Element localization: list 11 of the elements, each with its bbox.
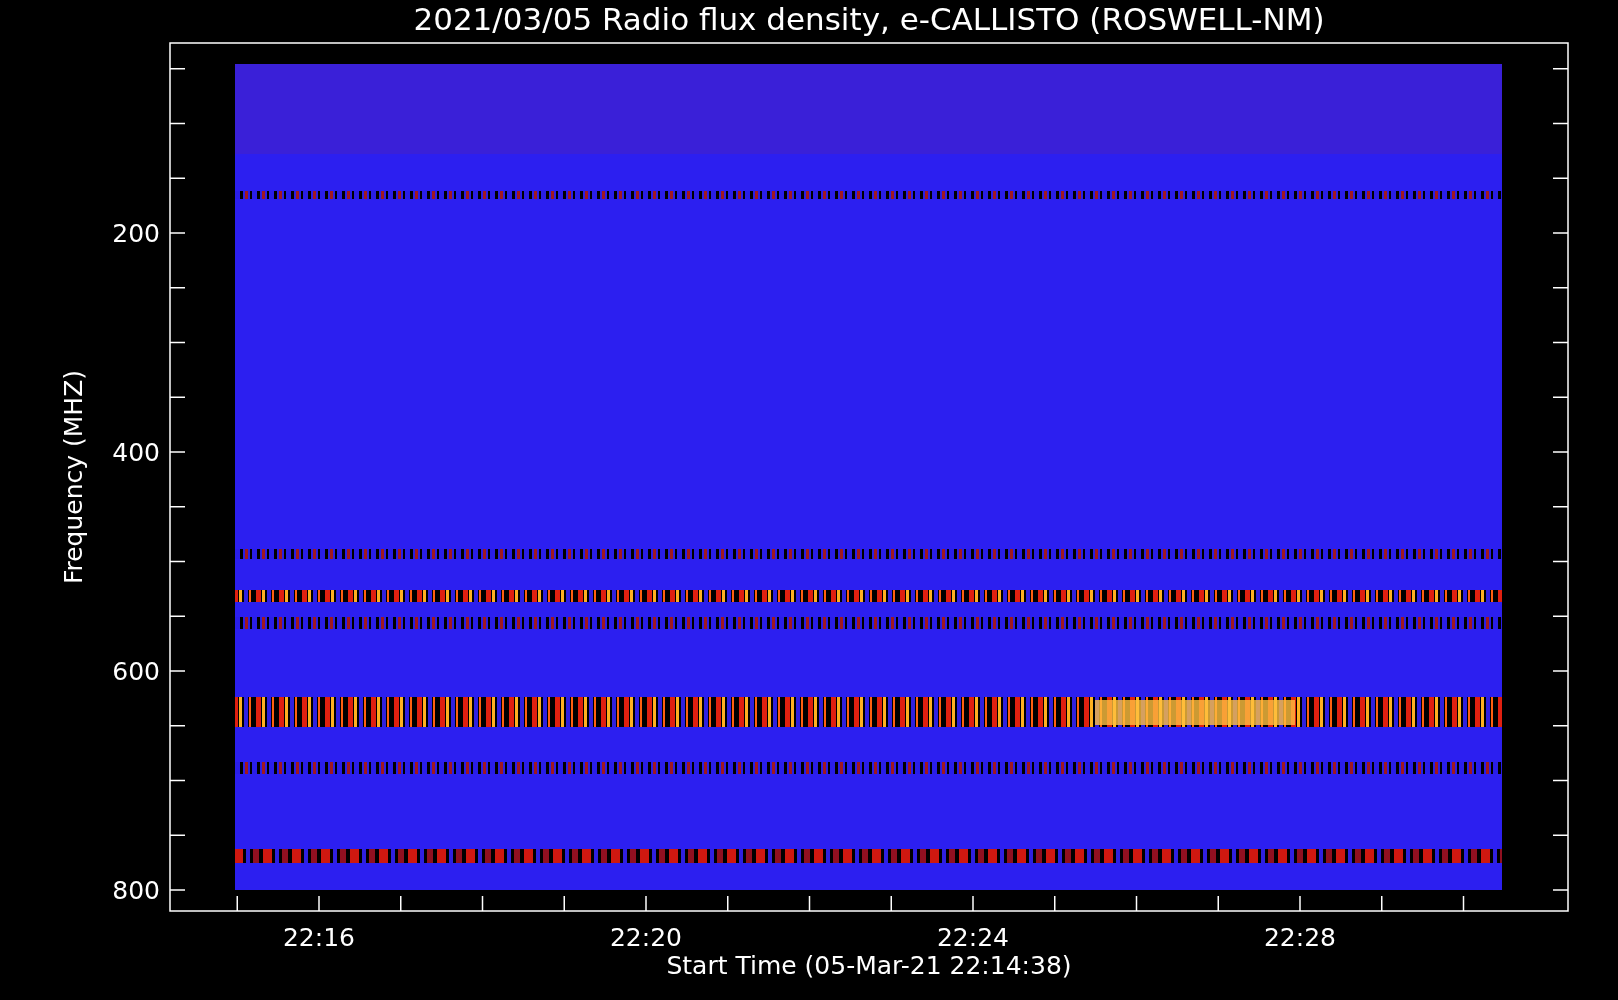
- tick-label: 600: [112, 657, 160, 686]
- axis-label: Frequency (MHZ): [59, 369, 88, 585]
- tick-label: 800: [112, 876, 160, 905]
- tick-label: 22:20: [610, 923, 682, 952]
- plot-title: 2021/03/05 Radio flux density, e-CALLISTO (ROSWELL-NM): [413, 1, 1325, 37]
- tick-label: 400: [112, 438, 160, 467]
- tick-label: 22:24: [937, 923, 1009, 952]
- tick-label: 200: [112, 219, 160, 248]
- axis-label: Start Time (05-Mar-21 22:14:38): [666, 951, 1072, 980]
- tick-label: 22:16: [283, 923, 355, 952]
- tick-label: 22:28: [1264, 923, 1336, 952]
